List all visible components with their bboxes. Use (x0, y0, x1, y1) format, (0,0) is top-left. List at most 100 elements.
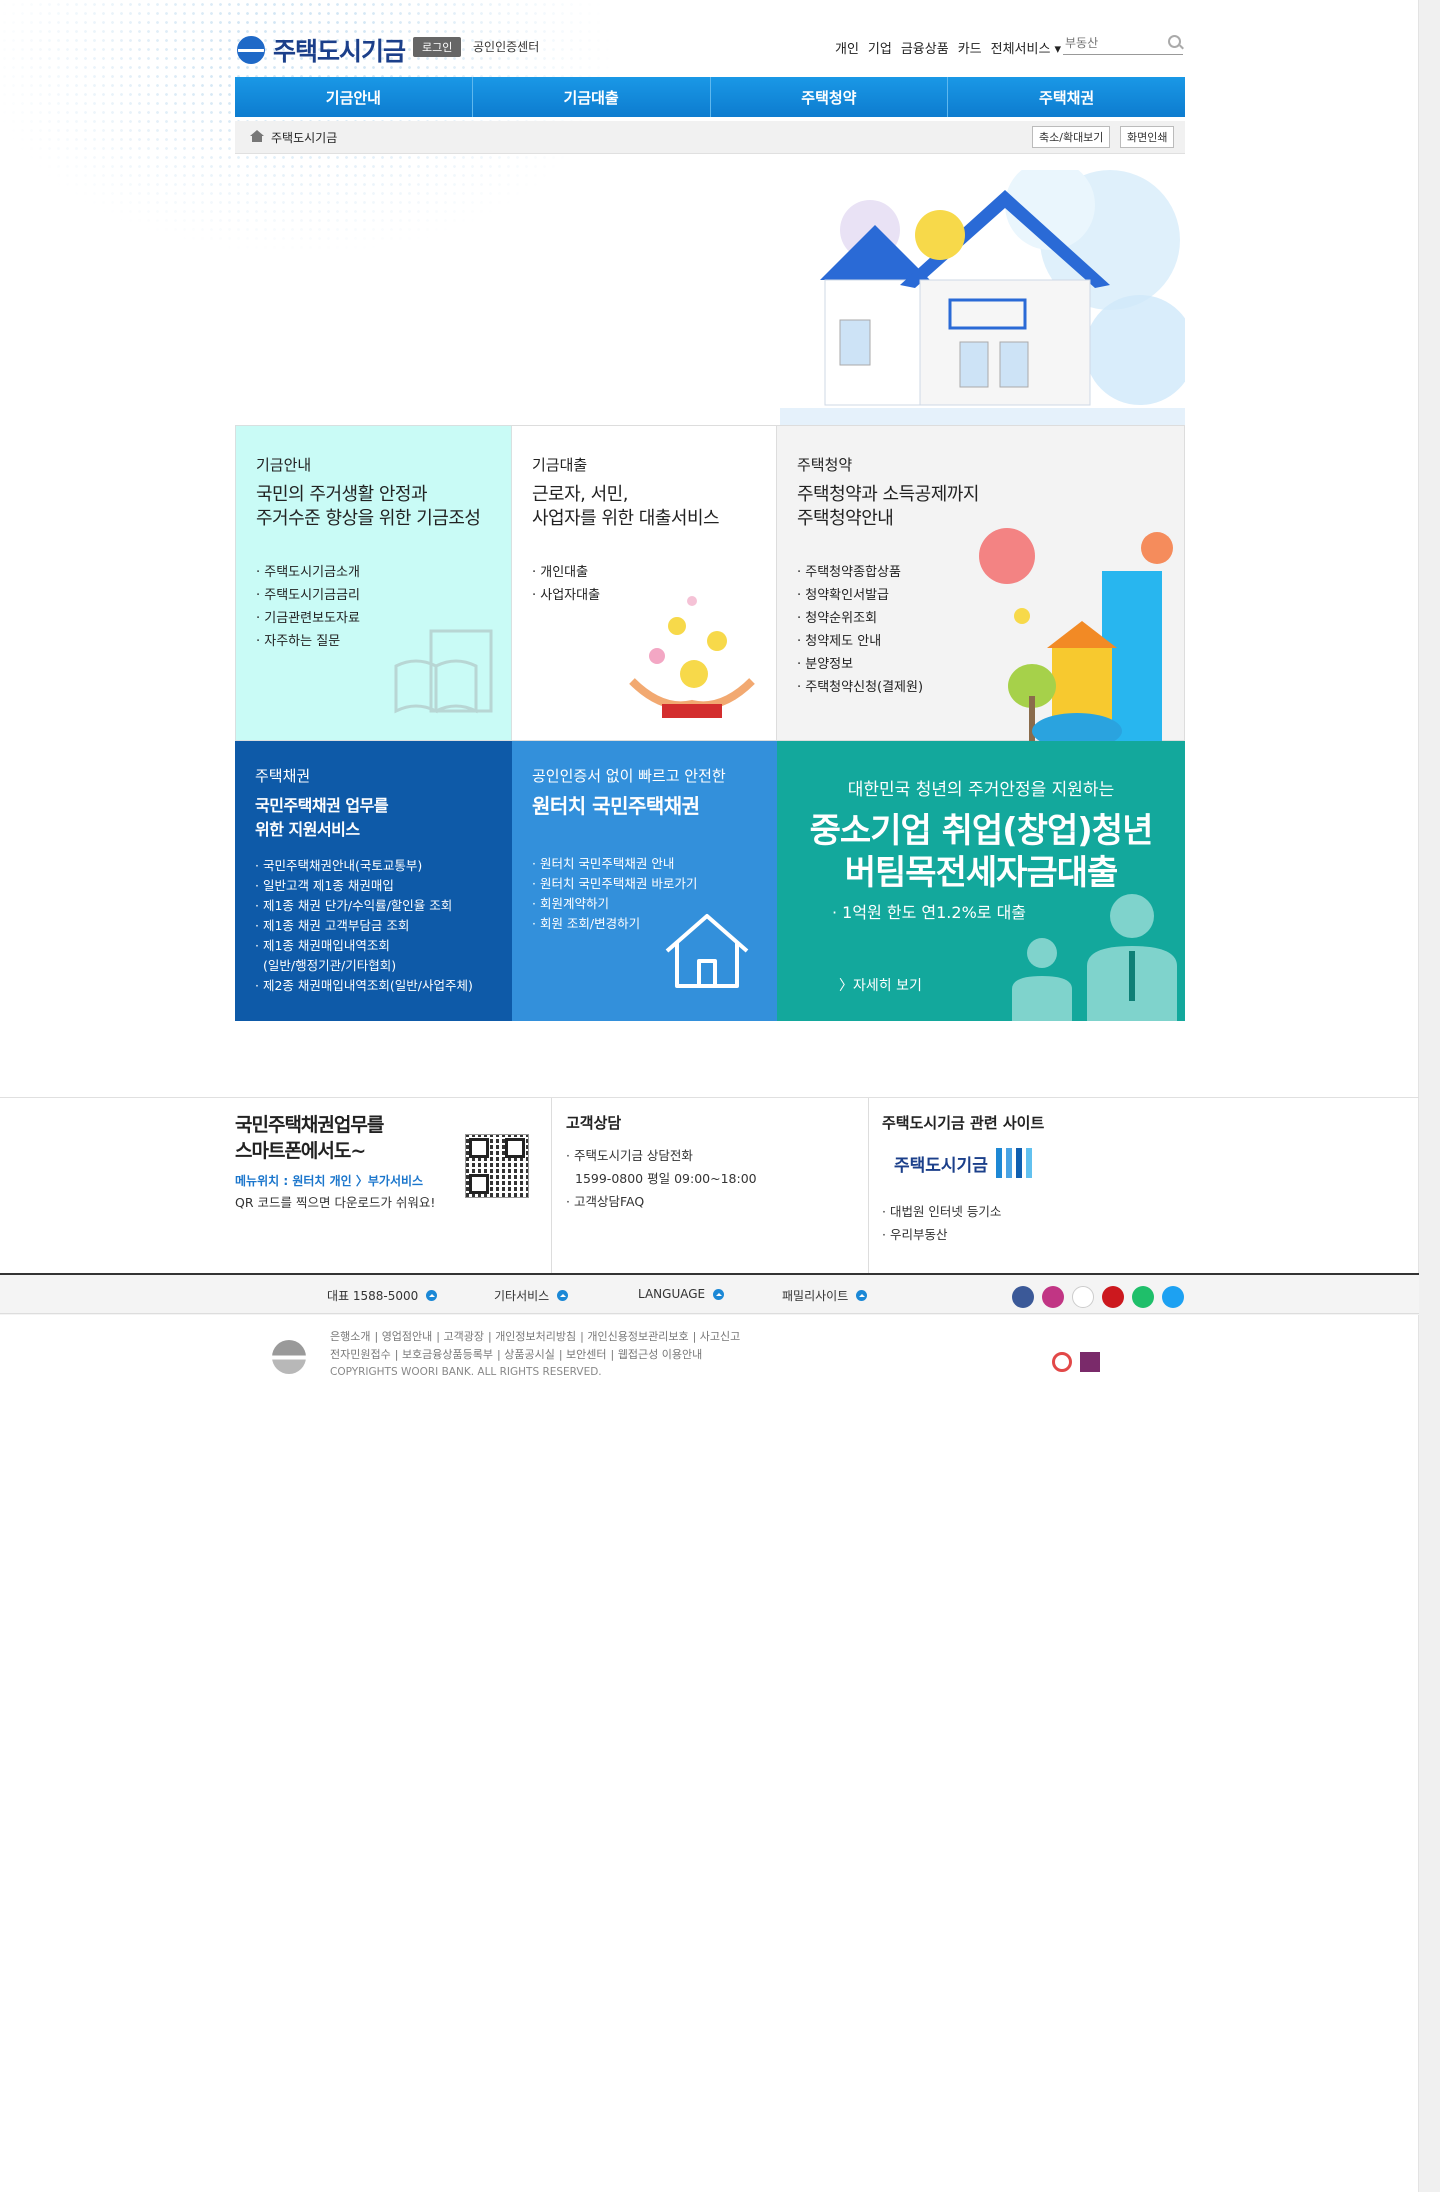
gnb-housing-bond[interactable]: 주택채권 (947, 77, 1185, 117)
home-icon[interactable] (250, 130, 264, 142)
apartment-illustration (979, 528, 1173, 741)
footer-rep-phone[interactable]: 대표 1588-5000 (327, 1287, 438, 1304)
location-bar: 주택도시기금 축소/확대보기 화면인쇄 (235, 121, 1185, 154)
facebook-icon[interactable] (1012, 1286, 1034, 1308)
card-one-touch-bond[interactable]: 공인인증서 없이 빠르고 안전한 원터치 국민주택채권 원터치 국민주택채권 안… (512, 741, 777, 1021)
footer-links-row: 전자민원접수 | 보호금융상품등록부 | 상품공시실 | 보안센터 | 웹접근성 이용안… (330, 1348, 703, 1361)
breadcrumb: 주택도시기금 (271, 131, 338, 145)
footer-link[interactable]: 웹접근성 이용안내 (618, 1348, 702, 1361)
chevron-up-icon (713, 1288, 725, 1300)
footer-language[interactable]: LANGUAGE (638, 1287, 725, 1301)
card-fund-info[interactable]: 기금안내 국민의 주거생활 안정과 주거수준 향상을 위한 기금조성 주택도시기… (235, 425, 512, 741)
footer-link[interactable]: 보안센터 (566, 1348, 606, 1361)
footer-language-label: LANGUAGE (638, 1287, 706, 1301)
footer-link[interactable]: 보호금융상품등록부 (402, 1348, 493, 1361)
topnav-products[interactable]: 금융상품 (901, 38, 949, 57)
login-button[interactable]: 로그인 (413, 37, 462, 57)
topnav-personal[interactable]: 개인 (835, 38, 859, 57)
list-item[interactable]: 원터치 국민주택채권 안내 (532, 854, 777, 874)
search-icon[interactable] (1168, 35, 1181, 48)
gnb-fund-loan[interactable]: 기금대출 (471, 77, 710, 117)
promo-youth-loan[interactable]: 대한민국 청년의 주거안정을 지원하는 중소기업 취업(창업)청년 버팀목전세자… (777, 741, 1185, 1021)
house-outline-icon (665, 914, 749, 988)
list-item[interactable]: 주택도시기금소개 (256, 561, 511, 584)
copyright-text: COPYRIGHTS WOORI BANK. ALL RIGHTS RESERV… (330, 1366, 602, 1378)
list-item[interactable]: 제1종 채권 단가/수익률/할인율 조회 (255, 896, 512, 916)
related-logo[interactable]: 주택도시기금 (894, 1148, 1032, 1178)
footer-link[interactable]: 상품공시실 (504, 1348, 555, 1361)
card-link-list: 국민주택채권안내(국토교통부) 일반고객 제1종 채권매입 제1종 채권 단가/… (255, 856, 512, 996)
card-title: 기금대출 (532, 456, 588, 474)
print-button[interactable]: 화면인쇄 (1120, 126, 1175, 148)
footer-link[interactable]: 개인신용정보관리보호 (587, 1330, 688, 1343)
people-illustration (1012, 894, 1177, 1021)
promo-detail: · 1억원 한도 연1.2%로 대출 (832, 903, 1027, 922)
list-item[interactable]: 주택도시기금금리 (256, 584, 511, 607)
footer-link[interactable]: 사고신고 (700, 1330, 740, 1343)
card-subscription[interactable]: 주택청약 주택청약과 소득공제까지 주택청약안내 주택청약종합상품 청약확인서발… (777, 425, 1185, 741)
card-subtitle: 국민의 주거생활 안정과 주거수준 향상을 위한 기금조성 (256, 483, 511, 531)
qr-title-line: 국민주택채권업무를 (235, 1114, 384, 1136)
card-housing-bond[interactable]: 주택채권 국민주택채권 업무를 위한 지원서비스 국민주택채권안내(국토교통부)… (235, 741, 512, 1021)
card-subtitle-line: 주거수준 향상을 위한 기금조성 (256, 508, 481, 529)
promo-line1: 대한민국 청년의 주거안정을 지원하는 (847, 780, 1115, 800)
topnav-business[interactable]: 기업 (868, 38, 892, 57)
list-item[interactable]: 대법원 인터넷 등기소 (882, 1200, 1001, 1223)
twitter-icon[interactable] (1162, 1286, 1184, 1308)
footer-copyright: 은행소개 | 영업점안내 | 고객광장 | 개인정보처리방침 | 개인신용정보관리보호 |… (0, 1313, 1419, 1384)
search-input[interactable] (1063, 36, 1163, 50)
topnav-card[interactable]: 카드 (958, 38, 982, 57)
youtube-icon[interactable] (1102, 1286, 1124, 1308)
scrollbar[interactable] (1418, 0, 1440, 2192)
card-subtitle: 근로자, 서민, 사업자를 위한 대출서비스 (532, 483, 776, 531)
list-item[interactable]: 개인대출 (532, 561, 776, 584)
list-item[interactable]: 제2종 채권매입내역조회(일반/사업주체) (255, 976, 512, 996)
global-nav: 기금안내 기금대출 주택청약 주택채권 (235, 77, 1185, 117)
promo-headline-2: 버팀목전세자금대출 (844, 853, 1119, 893)
list-item[interactable]: 일반고객 제1종 채권매입 (255, 876, 512, 896)
footer-link[interactable]: 개인정보처리방침 (495, 1330, 576, 1343)
play-icon[interactable] (1132, 1286, 1154, 1308)
related-sites-section: 주택도시기금 관련 사이트 주택도시기금 대법원 인터넷 등기소 우리부동산 (868, 1098, 1184, 1274)
list-item-continuation[interactable]: (일반/행정기관/기타협회) (255, 956, 512, 976)
card-subtitle-line: 국민의 주거생활 안정과 (256, 484, 428, 505)
site-logo[interactable]: 주택도시기금 (237, 32, 406, 68)
logo-text: 주택도시기금 (273, 37, 406, 66)
list-item[interactable]: 원터치 국민주택채권 바로가기 (532, 874, 777, 894)
promo-more-link[interactable]: 〉자세히 보기 (839, 975, 922, 995)
house-illustration (780, 170, 1185, 425)
card-title: 기금안내 (256, 456, 312, 474)
instagram-icon[interactable] (1042, 1286, 1064, 1308)
consult-phone: 1599-0800 평일 09:00~18:00 (575, 1171, 757, 1186)
consult-title: 고객상담 (566, 1114, 622, 1132)
topnav-all-services[interactable]: 전체서비스 ▾ (991, 38, 1061, 57)
card-fund-loan[interactable]: 기금대출 근로자, 서민, 사업자를 위한 대출서비스 개인대출 사업자대출 (512, 425, 777, 741)
footer-rep-label: 대표 1588-5000 (327, 1289, 419, 1303)
list-item[interactable]: 우리부동산 (882, 1223, 1001, 1246)
consult-section: 고객상담 주택도시기금 상담전화 1599-0800 평일 09:00~18:0… (552, 1098, 869, 1274)
qr-code (465, 1134, 529, 1198)
footer-link[interactable]: 은행소개 (330, 1330, 370, 1343)
gnb-subscription[interactable]: 주택청약 (709, 77, 948, 117)
list-item[interactable]: 제1종 채권매입내역조회 (255, 936, 512, 956)
chevron-up-icon (557, 1290, 569, 1301)
footer-link[interactable]: 고객광장 (444, 1330, 484, 1343)
footer-other-label: 기타서비스 (494, 1289, 550, 1303)
gnb-fund-info[interactable]: 기금안내 (235, 77, 472, 117)
footer-family-sites[interactable]: 패밀리사이트 (782, 1287, 868, 1304)
chevron-up-icon (856, 1290, 868, 1301)
footer-link[interactable]: 전자민원접수 (330, 1348, 391, 1361)
list-item[interactable]: 고객상담FAQ (566, 1190, 757, 1213)
kakaostory-icon[interactable] (1072, 1286, 1094, 1308)
hero-banner (235, 170, 1185, 425)
footer-links-row: 은행소개 | 영업점안내 | 고객광장 | 개인정보처리방침 | 개인신용정보관리보호 |… (330, 1330, 741, 1343)
zoom-button[interactable]: 축소/확대보기 (1032, 126, 1111, 148)
cert-center-link[interactable]: 공인인증센터 (473, 38, 539, 55)
chevron-up-icon (426, 1290, 438, 1301)
footer-link[interactable]: 영업점안내 (382, 1330, 433, 1343)
footer-other-services[interactable]: 기타서비스 (494, 1287, 569, 1304)
list-item[interactable]: 제1종 채권 고객부담금 조회 (255, 916, 512, 936)
list-item[interactable]: 국민주택채권안내(국토교통부) (255, 856, 512, 876)
building-logo-icon (995, 1148, 1032, 1178)
related-logo-text: 주택도시기금 (894, 1155, 988, 1176)
